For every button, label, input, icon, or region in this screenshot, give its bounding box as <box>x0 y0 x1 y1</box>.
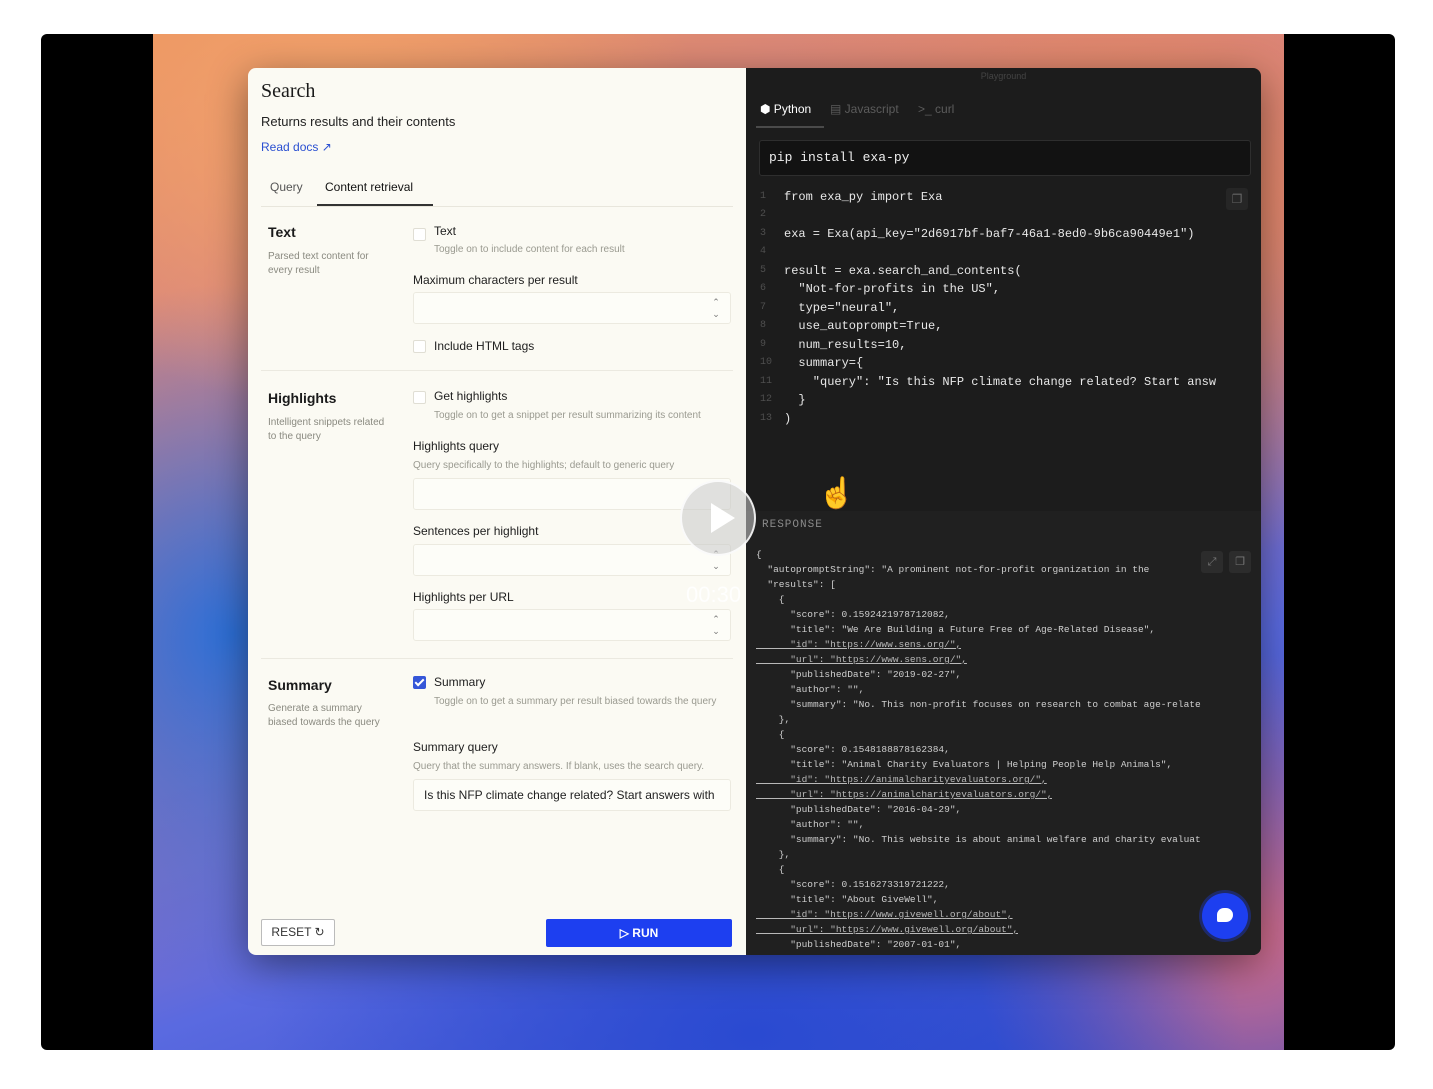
json-line[interactable]: "url": "https://animalcharityevaluators.… <box>756 787 1052 802</box>
hand-cursor-icon: ☝ <box>818 477 856 510</box>
code-panel: Playground ⬢ Python ▤ Javascript >_ curl… <box>746 68 1261 955</box>
json-line: "title": "About GiveWell", <box>756 894 939 905</box>
highlights-section-description: Intelligent snippets related to the quer… <box>268 417 385 442</box>
play-button-icon[interactable] <box>680 480 756 556</box>
json-line: { <box>756 549 762 560</box>
json-line[interactable]: "url": "https://www.sens.org/", <box>756 652 967 667</box>
copy-response-icon[interactable]: ❐ <box>1229 551 1251 573</box>
section-divider <box>261 370 733 371</box>
json-line[interactable]: "id": "https://www.givewell.org/about", <box>756 907 1012 922</box>
json-line: { <box>756 864 785 875</box>
highlights-query-hint: Query specifically to the highlights; de… <box>413 460 675 471</box>
json-line: "autopromptString": "A prominent not-for… <box>756 564 1150 575</box>
page-subtitle: Returns results and their contents <box>261 114 456 129</box>
json-line: "score": 0.1548188878162384, <box>756 744 950 755</box>
html-tags-checkbox[interactable] <box>413 340 426 353</box>
highlights-query-label: Highlights query <box>413 439 500 453</box>
highlights-per-url-input[interactable]: ⌃ ⌄ <box>413 609 731 641</box>
html-tags-label: Include HTML tags <box>434 339 535 353</box>
summary-section-description: Generate a summary biased towards the qu… <box>268 703 380 728</box>
json-line: "publishedDate": "2016-04-29", <box>756 804 962 815</box>
json-line: { <box>756 729 785 740</box>
highlights-option-description: Toggle on to get a snippet per result su… <box>434 410 701 421</box>
response-tools: ⤢ ❐ <box>1195 551 1251 573</box>
json-line: "author": "", <box>756 684 865 695</box>
active-tab-underline <box>756 126 824 128</box>
text-option-description: Toggle on to include content for each re… <box>434 244 625 255</box>
highlights-per-url-label: Highlights per URL <box>413 590 514 604</box>
run-button[interactable]: ▷ RUN <box>546 919 732 947</box>
json-line: "publishedDate": "2007-01-01", <box>756 939 962 950</box>
text-section-description: Parsed text content for every result <box>268 251 369 276</box>
json-line: "title": "Animal Charity Evaluators | He… <box>756 759 1173 770</box>
tab-javascript[interactable]: ▤ Javascript <box>830 102 899 116</box>
json-line[interactable]: "id": "https://www.sens.org/", <box>756 637 961 652</box>
sentences-per-highlight-input[interactable]: ⌃⌄ <box>413 544 731 576</box>
summary-query-input[interactable]: Is this NFP climate change related? Star… <box>413 779 731 811</box>
summary-query-label: Summary query <box>413 740 498 754</box>
tab-query[interactable]: Query <box>270 180 303 204</box>
tab-bar: Query Content retrieval <box>261 176 733 207</box>
response-label: RESPONSE <box>762 519 823 531</box>
summary-query-value: Is this NFP climate change related? Star… <box>424 788 715 802</box>
summary-option-description: Toggle on to get a summary per result bi… <box>434 696 717 707</box>
json-line: "summary": "No. This website is about an… <box>756 834 1201 845</box>
max-chars-input[interactable]: ⌃ ⌄ <box>413 292 731 324</box>
install-command[interactable]: pip install exa-py <box>759 140 1251 176</box>
json-line: "score": 0.1516273319721222, <box>756 879 950 890</box>
json-line: "title": "We Are Building a Future Free … <box>756 624 1156 635</box>
tab-curl[interactable]: >_ curl <box>918 102 954 116</box>
read-docs-link[interactable]: Read docs ↗ <box>261 140 332 154</box>
json-line: "author": "", <box>756 819 865 830</box>
highlights-checkbox[interactable] <box>413 391 426 404</box>
json-line: { <box>756 594 785 605</box>
video-timestamp: 00:30 <box>686 582 742 607</box>
max-chars-stepper-icon[interactable]: ⌃ ⌄ <box>710 296 722 320</box>
summary-section-heading: Summary <box>268 677 332 693</box>
json-line: "results": [ <box>756 579 836 590</box>
sentences-per-highlight-label: Sentences per highlight <box>413 524 539 538</box>
chat-bubble-icon[interactable] <box>1202 893 1248 939</box>
window-title: Playground <box>980 71 1027 81</box>
summary-checkbox[interactable] <box>413 676 426 689</box>
text-section-heading: Text <box>268 224 296 240</box>
page-title: Search <box>261 80 316 102</box>
json-line[interactable]: "id": "https://animalcharityevaluators.o… <box>756 772 1047 787</box>
summary-query-hint: Query that the summary answers. If blank… <box>413 761 705 772</box>
reset-button[interactable]: RESET ↻ <box>261 919 335 946</box>
json-line[interactable]: "url": "https://www.givewell.org/about", <box>756 922 1018 937</box>
highlights-section-heading: Highlights <box>268 390 337 406</box>
json-line: "publishedDate": "2019-02-27", <box>756 669 962 680</box>
section-divider <box>261 658 733 659</box>
json-line: "summary": "No. This non-profit focuses … <box>756 699 1201 710</box>
text-checkbox[interactable] <box>413 228 426 241</box>
tab-python[interactable]: ⬢ Python <box>760 102 811 116</box>
code-block: 1 from exa_py import Exa 2 3 exa = Exa(api… <box>760 190 1217 426</box>
json-line: }, <box>756 714 791 725</box>
json-line: }, <box>756 849 791 860</box>
search-config-panel: Search Returns results and their content… <box>248 68 746 955</box>
max-chars-label: Maximum characters per result <box>413 273 578 287</box>
tab-content-retrieval[interactable]: Content retrieval <box>317 180 434 206</box>
highlights-option-label: Get highlights <box>434 389 508 403</box>
text-option-label: Text <box>434 224 457 238</box>
response-panel: RESPONSE ⤢ ❐ { "autopromptString": "A pro… <box>746 511 1261 955</box>
json-line: "score": 0.1592421978712082, <box>756 609 950 620</box>
per-url-stepper-icon[interactable]: ⌃ ⌄ <box>710 613 722 637</box>
summary-option-label: Summary <box>434 675 486 689</box>
expand-icon[interactable]: ⤢ <box>1201 551 1223 573</box>
